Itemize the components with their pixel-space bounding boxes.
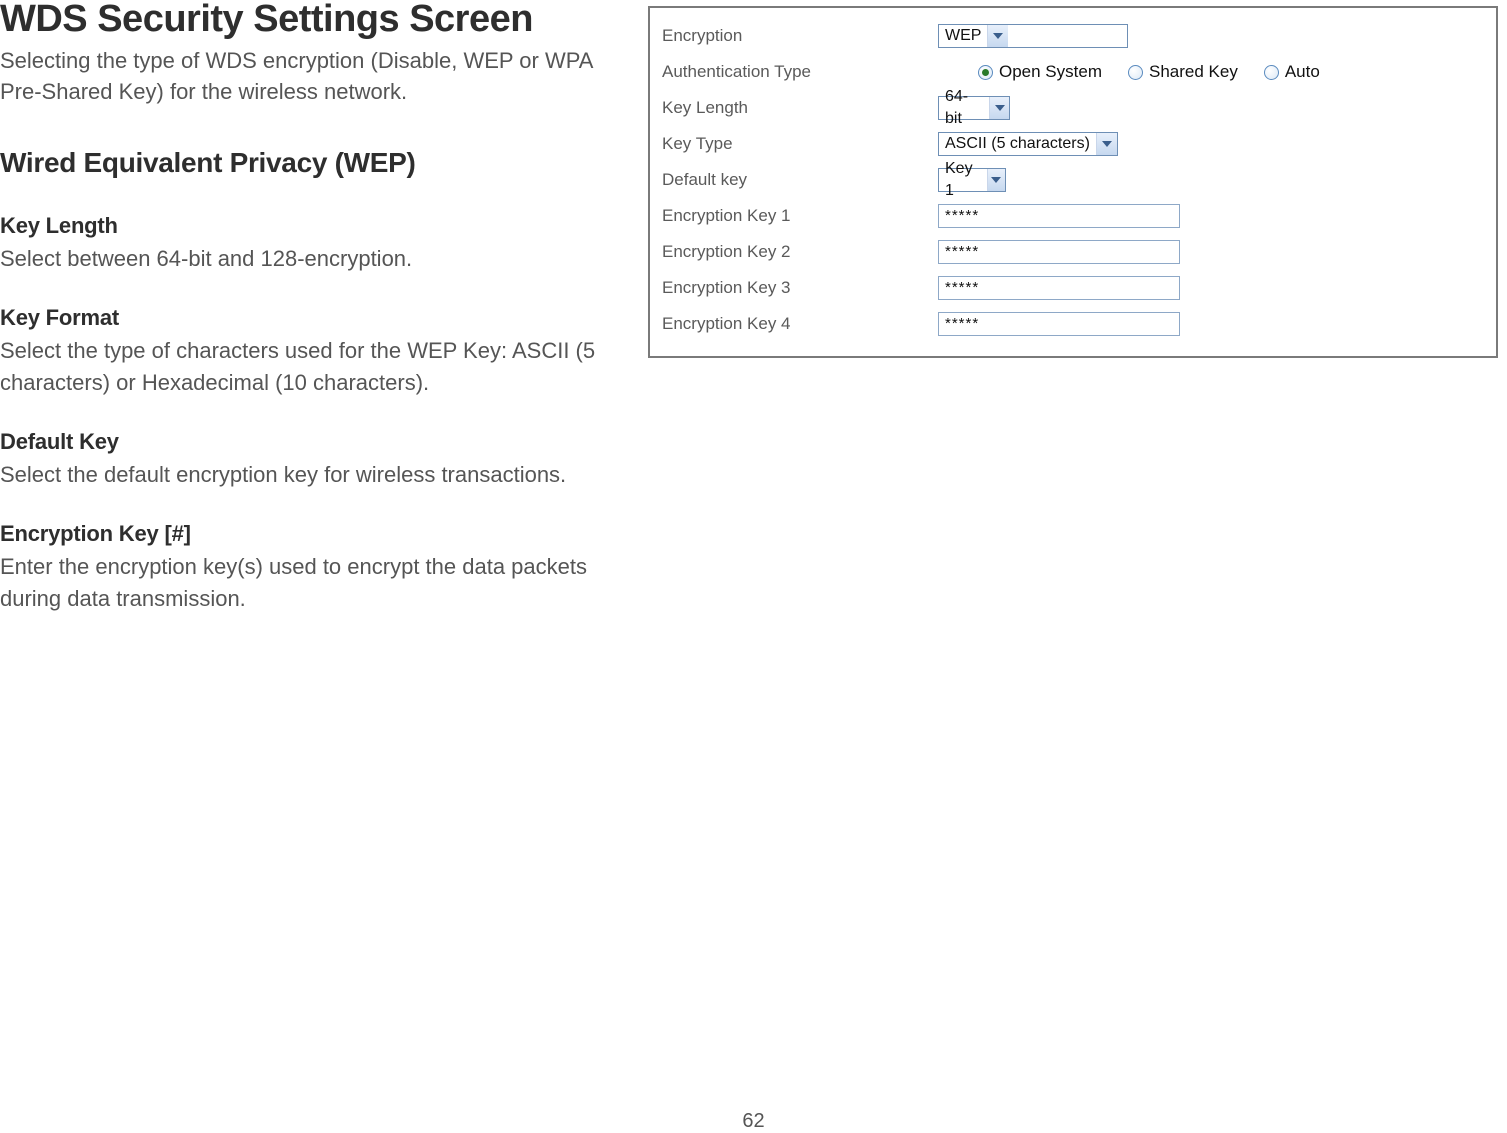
default-key-select[interactable]: Key 1 [938, 168, 1006, 192]
label-auth-type: Authentication Type [662, 62, 938, 82]
key-type-select[interactable]: ASCII (5 characters) [938, 132, 1118, 156]
radio-icon [978, 65, 993, 80]
row-encryption-key-1: Encryption Key 1 ***** [662, 198, 1482, 234]
default-key-value: Key 1 [945, 158, 987, 202]
encryption-key-1-input[interactable]: ***** [938, 204, 1180, 228]
row-encryption-key-2: Encryption Key 2 ***** [662, 234, 1482, 270]
doc-column: WDS Security Settings Screen Selecting t… [0, 0, 620, 645]
label-encryption-key: Encryption Key 2 [662, 242, 938, 262]
field-title: Default Key [0, 429, 620, 455]
label-encryption-key: Encryption Key 4 [662, 314, 938, 334]
page-intro: Selecting the type of WDS encryption (Di… [0, 46, 620, 108]
chevron-down-icon [989, 97, 1009, 119]
field-desc: Enter the encryption key(s) used to encr… [0, 551, 620, 615]
row-auth-type: Authentication Type Open System Shared K… [662, 54, 1482, 90]
page-number: 62 [0, 1110, 1507, 1133]
encryption-value: WEP [945, 25, 987, 47]
auth-option-shared-key[interactable]: Shared Key [1128, 62, 1238, 82]
field-key-format: Key Format Select the type of characters… [0, 305, 620, 399]
field-encryption-key: Encryption Key [#] Enter the encryption … [0, 521, 620, 615]
encryption-key-2-input[interactable]: ***** [938, 240, 1180, 264]
label-encryption-key: Encryption Key 3 [662, 278, 938, 298]
field-title: Key Format [0, 305, 620, 331]
auth-option-label: Open System [999, 62, 1102, 82]
auth-option-label: Shared Key [1149, 62, 1238, 82]
field-title: Key Length [0, 213, 620, 239]
chevron-down-icon [1096, 133, 1117, 155]
auth-option-open-system[interactable]: Open System [978, 62, 1102, 82]
settings-panel: Encryption WEP Authentication Type Open … [648, 6, 1498, 358]
label-encryption: Encryption [662, 26, 938, 46]
key-length-select[interactable]: 64-bit [938, 96, 1010, 120]
row-default-key: Default key Key 1 [662, 162, 1482, 198]
field-desc: Select the type of characters used for t… [0, 335, 620, 399]
field-title: Encryption Key [#] [0, 521, 620, 547]
field-desc: Select between 64-bit and 128-encryption… [0, 243, 620, 275]
section-title-wep: Wired Equivalent Privacy (WEP) [0, 147, 620, 179]
chevron-down-icon [987, 169, 1005, 191]
auth-option-auto[interactable]: Auto [1264, 62, 1320, 82]
key-type-value: ASCII (5 characters) [945, 133, 1096, 155]
row-key-length: Key Length 64-bit [662, 90, 1482, 126]
label-default-key: Default key [662, 170, 938, 190]
label-key-length: Key Length [662, 98, 938, 118]
auth-option-label: Auto [1285, 62, 1320, 82]
page-root: WDS Security Settings Screen Selecting t… [0, 0, 1507, 1133]
label-encryption-key: Encryption Key 1 [662, 206, 938, 226]
field-default-key: Default Key Select the default encryptio… [0, 429, 620, 491]
page-title: WDS Security Settings Screen [0, 0, 620, 40]
row-encryption-key-4: Encryption Key 4 ***** [662, 306, 1482, 342]
encryption-key-3-input[interactable]: ***** [938, 276, 1180, 300]
label-key-type: Key Type [662, 134, 938, 154]
radio-icon [1128, 65, 1143, 80]
row-key-type: Key Type ASCII (5 characters) [662, 126, 1482, 162]
encryption-select[interactable]: WEP [938, 24, 1128, 48]
encryption-key-4-input[interactable]: ***** [938, 312, 1180, 336]
chevron-down-icon [987, 25, 1008, 47]
row-encryption-key-3: Encryption Key 3 ***** [662, 270, 1482, 306]
row-encryption: Encryption WEP [662, 18, 1482, 54]
field-desc: Select the default encryption key for wi… [0, 459, 620, 491]
field-key-length: Key Length Select between 64-bit and 128… [0, 213, 620, 275]
radio-icon [1264, 65, 1279, 80]
key-length-value: 64-bit [945, 86, 989, 130]
